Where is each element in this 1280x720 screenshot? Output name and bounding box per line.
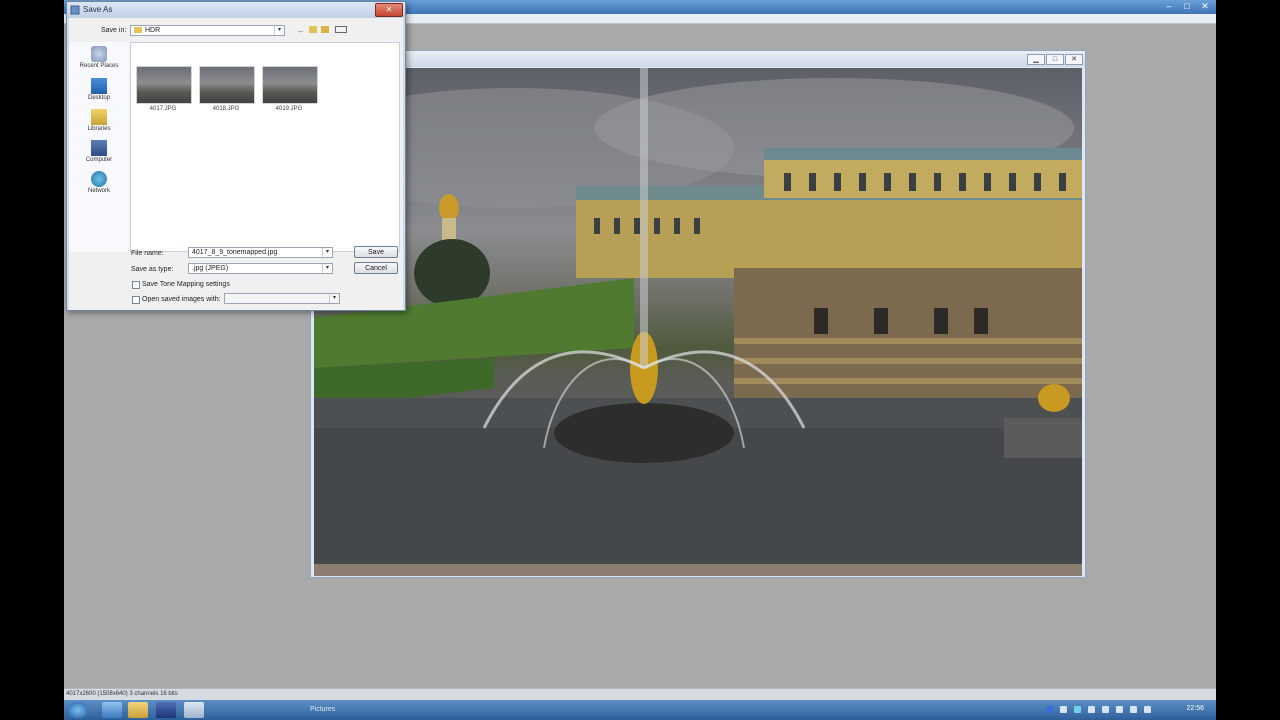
explorer-icon[interactable] [128,702,148,718]
minimize-icon[interactable]: – [1162,1,1176,12]
chevron-down-icon[interactable]: ▾ [322,264,332,273]
chevron-down-icon[interactable]: ▾ [322,248,332,257]
volume-icon[interactable] [1144,706,1151,713]
tray-icon[interactable] [1088,706,1095,713]
dialog-titlebar[interactable]: Save As ✕ [67,2,405,18]
taskbar: Pictures 22:56 [64,700,1216,720]
file-thumbnail[interactable] [262,66,318,104]
status-text: 4017x2600 (1508x640) 3 channels 16 bits [66,691,178,697]
recent-places-icon [91,46,107,62]
save-button[interactable]: Save [354,246,398,258]
image-maximize-icon[interactable]: □ [1046,54,1064,65]
chevron-down-icon[interactable]: ▾ [329,294,339,303]
computer-icon [91,140,107,156]
open-saved-with-select[interactable]: ▾ [224,293,340,304]
dialog-task-icon[interactable] [184,702,204,718]
save-as-type-value: .jpg (JPEG) [192,265,229,272]
save-as-type-select[interactable]: .jpg (JPEG) ▾ [188,263,333,274]
save-tm-settings-checkbox[interactable] [132,281,140,289]
libraries-icon [91,109,107,125]
tray-icon[interactable] [1074,706,1081,713]
place-recent-label: Recent Places [79,63,119,69]
save-in-value: HDR [145,27,161,34]
fountain-palace-image [314,68,1082,576]
save-as-dialog[interactable]: Save As ✕ Save in: HDR ▾ ← Recent Places… [66,1,406,311]
file-name-input[interactable]: 4017_8_9_tonemapped.jpg ▾ [188,247,333,258]
file-name-value: 4017_8_9_tonemapped.jpg [192,249,278,256]
chevron-down-icon[interactable]: ▾ [274,26,284,35]
file-name-field-label: File name: [131,250,164,257]
file-thumbnail[interactable] [199,66,255,104]
start-button[interactable] [68,702,88,718]
open-saved-with-checkbox[interactable] [132,296,140,304]
hdr-photo [314,68,1082,576]
maximize-icon[interactable]: □ [1180,1,1194,12]
place-desktop-label: Desktop [87,95,110,101]
up-folder-icon[interactable] [309,26,317,33]
place-computer-label: Computer [85,157,113,163]
cancel-button[interactable]: Cancel [354,262,398,274]
tray-icon[interactable] [1130,706,1137,713]
dialog-title: Save As [83,5,113,14]
view-menu-icon[interactable] [335,26,347,33]
desktop-icon [91,78,107,94]
image-close-icon[interactable]: ✕ [1065,54,1083,65]
open-saved-with-label: Open saved images with: [142,296,221,303]
dialog-body: Save in: HDR ▾ ← Recent Places Desktop L… [69,18,403,310]
image-window-titlebar[interactable]: ...) ▁ □ ✕ [311,51,1085,67]
save-in-select[interactable]: HDR ▾ [130,25,285,36]
place-network[interactable]: Network [69,171,129,194]
place-recent[interactable]: Recent Places [69,46,129,69]
tray-icon[interactable] [1060,706,1067,713]
tray-icon[interactable] [1046,706,1053,713]
taskbar-clock[interactable]: 22:56 [1186,705,1204,712]
save-tm-settings-label: Save Tone Mapping settings [142,281,230,288]
dialog-app-icon [70,5,80,15]
file-list[interactable]: 4017.JPG 4018.JPG 4019.JPG [130,42,400,252]
tray-icon[interactable] [1102,706,1109,713]
file-name-label: 4017.JPG [149,106,177,112]
taskbar-window-button[interactable]: Pictures [304,703,460,717]
place-network-label: Network [87,188,110,194]
folder-icon [134,27,142,34]
file-name-label: 4019.JPG [275,106,303,112]
place-computer[interactable]: Computer [69,140,129,163]
tray-icon[interactable] [1116,706,1123,713]
ie-icon[interactable] [102,702,122,718]
places-bar: Recent Places Desktop Libraries Computer… [69,42,129,252]
save-in-label: Save in: [101,27,127,34]
dialog-close-icon[interactable]: ✕ [375,3,403,17]
place-libraries[interactable]: Libraries [69,109,129,132]
app-icon[interactable] [156,702,176,718]
back-arrow-icon[interactable]: ← [297,26,305,35]
place-libraries-label: Libraries [87,126,111,132]
image-window[interactable]: ...) ▁ □ ✕ [310,50,1086,578]
new-folder-icon[interactable] [321,26,329,33]
file-thumbnail[interactable] [136,66,192,104]
network-icon [91,171,107,187]
image-minimize-icon[interactable]: ▁ [1027,54,1045,65]
place-desktop[interactable]: Desktop [69,78,129,101]
save-as-type-label: Save as type: [131,266,174,273]
close-icon[interactable]: ✕ [1198,1,1212,12]
file-name-label: 4018.JPG [212,106,240,112]
